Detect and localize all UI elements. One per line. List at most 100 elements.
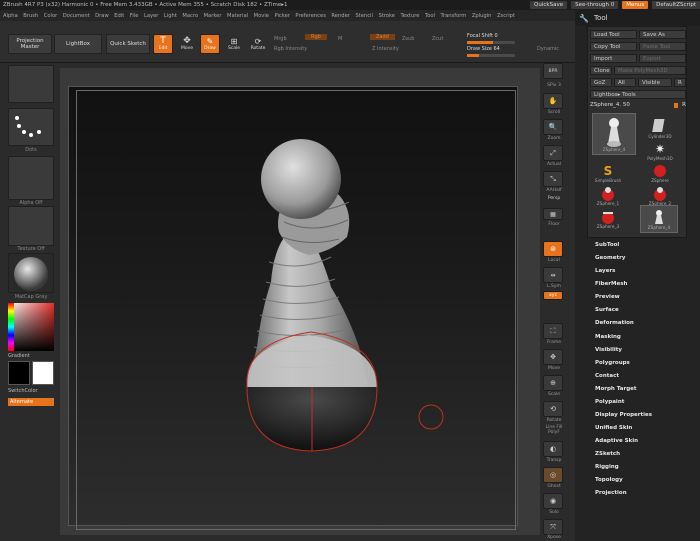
paste-tool-button[interactable]: Paste Tool <box>639 42 686 51</box>
menu-picker[interactable]: Picker <box>274 13 289 19</box>
current-tool-slider[interactable]: ZSphere_4. 50 R <box>590 101 686 110</box>
projection-master-button[interactable]: Projection Master <box>8 34 52 54</box>
secondary-color-swatch[interactable] <box>32 361 54 385</box>
menu-draw[interactable]: Draw <box>95 13 109 19</box>
import-button[interactable]: Import <box>590 54 637 63</box>
menu-stencil[interactable]: Stencil <box>355 13 373 19</box>
save-as-button[interactable]: Save As <box>639 30 686 39</box>
zoom-button[interactable]: 🔍 <box>543 119 563 135</box>
draw-size-slider[interactable] <box>467 54 515 57</box>
see-through-slider[interactable]: See-through 0 <box>571 1 619 9</box>
subpalette-preview[interactable]: Preview <box>595 294 620 300</box>
menu-color[interactable]: Color <box>44 13 58 19</box>
dynamic-button[interactable]: Dynamic <box>537 46 559 52</box>
load-tool-button[interactable]: Load Tool <box>590 30 637 39</box>
hue-strip[interactable] <box>8 303 14 351</box>
rotate-button[interactable]: ⟳ Rotate <box>248 34 268 54</box>
texture-button[interactable] <box>8 206 54 246</box>
menu-alpha[interactable]: Alpha <box>3 13 18 19</box>
transp-button[interactable]: ◐ <box>543 441 563 457</box>
alternate-button[interactable]: Alternate <box>8 398 54 406</box>
subpalette-subtool[interactable]: SubTool <box>595 242 619 248</box>
mrgb-button[interactable]: Mrgb <box>274 36 287 42</box>
tool-thumb-zsphere4-large[interactable]: ZSphere_4 <box>592 113 636 155</box>
lsym-button[interactable]: ⇹ <box>543 267 563 283</box>
subpalette-display-properties[interactable]: Display Properties <box>595 412 652 418</box>
rotate-view-button[interactable]: ⟲ <box>543 401 563 417</box>
persp-button[interactable]: Persp <box>540 196 568 201</box>
local-button[interactable]: ⊛ <box>543 241 563 257</box>
menu-brush[interactable]: Brush <box>23 13 38 19</box>
focal-shift-slider[interactable] <box>467 41 515 44</box>
floor-button[interactable]: ▦ <box>543 208 563 220</box>
actual-button[interactable]: ⤢ <box>543 145 563 161</box>
menu-movie[interactable]: Movie <box>254 13 269 19</box>
draw-button[interactable]: ✎ Draw <box>200 34 220 54</box>
zadd-button[interactable]: Zadd <box>370 34 395 40</box>
switchcolor-button[interactable]: SwitchColor <box>8 388 38 394</box>
subpalette-zsketch[interactable]: ZSketch <box>595 451 620 457</box>
subpalette-morph-target[interactable]: Morph Target <box>595 386 637 392</box>
material-button[interactable] <box>8 253 54 293</box>
color-picker[interactable] <box>8 303 54 351</box>
subpalette-rigging[interactable]: Rigging <box>595 464 619 470</box>
subpalette-layers[interactable]: Layers <box>595 268 615 274</box>
edit-button[interactable]: T Edit <box>153 34 173 54</box>
menu-preferences[interactable]: Preferences <box>295 13 326 19</box>
subpalette-fibermesh[interactable]: FiberMesh <box>595 281 627 287</box>
xpose-button[interactable]: ⤧ <box>543 519 563 535</box>
subpalette-deformation[interactable]: Deformation <box>595 320 634 326</box>
subpalette-surface[interactable]: Surface <box>595 307 619 313</box>
default-zscript-button[interactable]: DefaultZScript <box>652 1 700 9</box>
m-button[interactable]: M <box>338 36 342 42</box>
tool-thumb-zsphere3[interactable]: ZSphere_3 <box>594 205 622 233</box>
quicksave-button[interactable]: QuickSave <box>530 1 568 9</box>
scale-view-button[interactable]: ⊕ <box>543 375 563 391</box>
document-viewport[interactable] <box>68 86 518 526</box>
menu-marker[interactable]: Marker <box>204 13 222 19</box>
menu-layer[interactable]: Layer <box>144 13 158 19</box>
tool-palette-header[interactable]: 🔧 Tool <box>575 10 700 26</box>
menu-light[interactable]: Light <box>164 13 177 19</box>
subpalette-polygroups[interactable]: Polygroups <box>595 360 630 366</box>
zcut-button[interactable]: Zcut <box>432 36 443 42</box>
r-button[interactable]: R <box>674 78 686 87</box>
tool-thumb-zsphere4[interactable]: ZSphere_4 <box>640 205 678 233</box>
quick-sketch-button[interactable]: Quick Sketch <box>106 34 150 54</box>
aahalf-button[interactable]: ⤡ <box>543 171 563 187</box>
ghost-button[interactable]: ◎ <box>543 467 563 483</box>
clone-button[interactable]: Clone <box>590 66 612 75</box>
copy-tool-button[interactable]: Copy Tool <box>590 42 637 51</box>
solo-button[interactable]: ◉ <box>543 493 563 509</box>
gradient-label[interactable]: Gradient <box>8 353 30 359</box>
move-view-button[interactable]: ✥ <box>543 349 563 365</box>
subpalette-adaptive-skin[interactable]: Adaptive Skin <box>595 438 638 444</box>
goz-button[interactable]: GoZ <box>590 78 612 87</box>
subpalette-visibility[interactable]: Visibility <box>595 347 622 353</box>
all-button[interactable]: All <box>614 78 636 87</box>
subpalette-contact[interactable]: Contact <box>595 373 619 379</box>
menu-edit[interactable]: Edit <box>114 13 124 19</box>
move-button[interactable]: ✥ Move <box>177 34 197 54</box>
scroll-button[interactable]: ✋ <box>543 93 563 109</box>
bpr-button[interactable]: BPR <box>543 63 563 79</box>
menu-material[interactable]: Material <box>227 13 248 19</box>
alpha-button[interactable] <box>8 156 54 200</box>
current-tool-r[interactable]: R <box>682 101 686 110</box>
menu-tool[interactable]: Tool <box>425 13 435 19</box>
make-polymesh-button[interactable]: Make PolyMesh3D <box>614 66 686 75</box>
menu-macro[interactable]: Macro <box>182 13 198 19</box>
stroke-button[interactable] <box>8 108 54 146</box>
main-color-swatch[interactable] <box>8 361 30 385</box>
subpalette-projection[interactable]: Projection <box>595 490 627 496</box>
z-intensity-slider[interactable]: Z Intensity <box>372 46 399 52</box>
menu-zscript[interactable]: Zscript <box>497 13 515 19</box>
export-button[interactable]: Export <box>639 54 686 63</box>
menus-button[interactable]: Menus <box>622 1 649 9</box>
brush-slot-top[interactable] <box>8 65 54 103</box>
subpalette-topology[interactable]: Topology <box>595 477 623 483</box>
zsphere-model[interactable] <box>69 87 519 527</box>
visible-button[interactable]: Visible <box>638 78 672 87</box>
rgb-intensity-slider[interactable]: Rgb Intensity <box>274 46 307 52</box>
spix-label[interactable]: SPix 3 <box>540 83 568 88</box>
